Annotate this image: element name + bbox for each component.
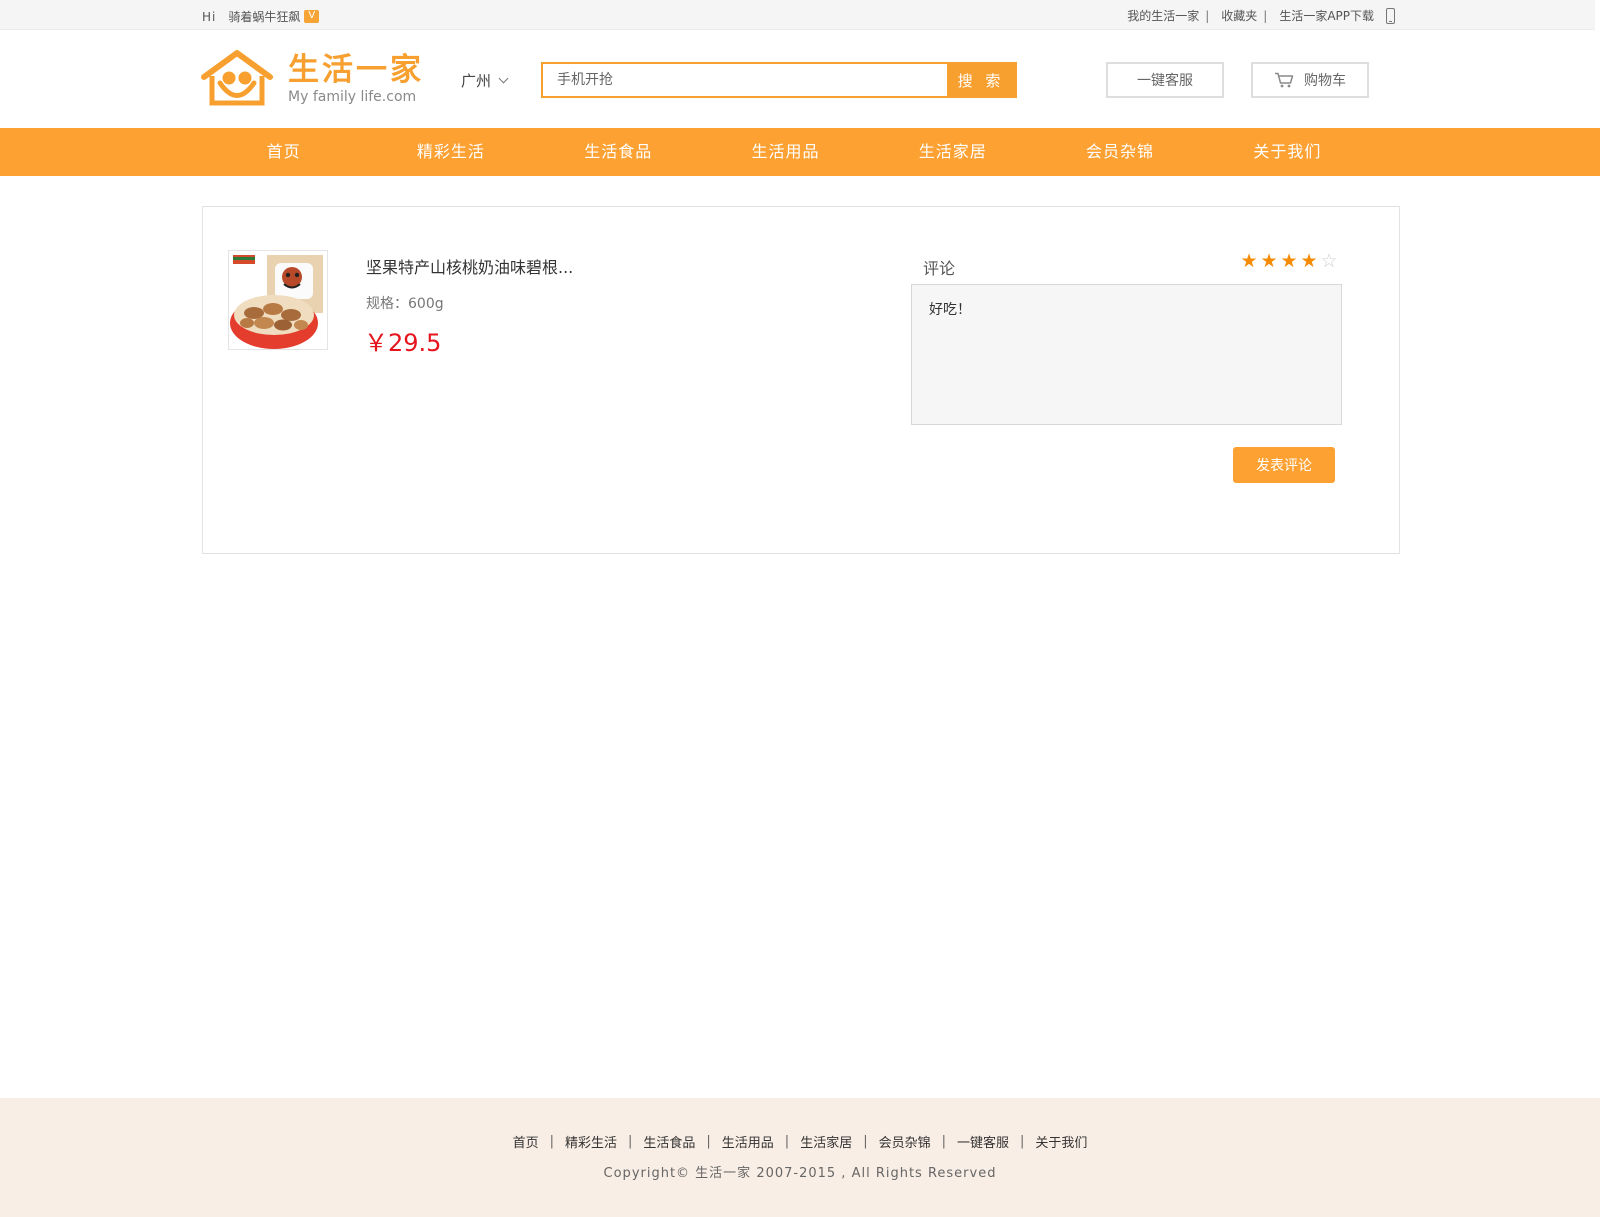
product-name[interactable]: 坚果特产山核桃奶油味碧根... bbox=[366, 254, 573, 278]
product-spec: 规格：600g bbox=[366, 296, 444, 312]
copyright: Copyright© 生活一家 2007-2015 , All Rights R… bbox=[603, 1166, 997, 1181]
star-icon[interactable]: ☆ bbox=[1319, 250, 1339, 272]
search-bar: 搜 索 bbox=[541, 62, 1017, 98]
logo-title: 生活一家 bbox=[288, 52, 424, 88]
city-label: 广州 bbox=[461, 72, 492, 90]
favorites-link[interactable]: 收藏夹 bbox=[1221, 7, 1257, 24]
footer-link-member[interactable]: 会员杂锦 bbox=[879, 1132, 931, 1151]
star-icon[interactable]: ★ bbox=[1279, 250, 1299, 272]
greeting-hi: Hi bbox=[202, 9, 217, 24]
user-greeting: Hi 骑着蜗牛狂飙 V bbox=[202, 8, 320, 25]
customer-service-label: 一键客服 bbox=[1137, 73, 1193, 89]
divider: | bbox=[706, 1134, 711, 1149]
product-price: ￥29.5 bbox=[364, 329, 442, 357]
review-card: 坚果特产山核桃奶油味碧根... 规格：600g ￥29.5 评论 ★ ★ ★ ★… bbox=[202, 206, 1400, 554]
search-input[interactable] bbox=[543, 64, 947, 96]
logo-text: 生活一家 My family life.com bbox=[288, 54, 424, 106]
site-footer: 首页 | 精彩生活 | 生活食品 | 生活用品 | 生活家居 | 会员杂锦 | … bbox=[0, 1098, 1600, 1217]
search-button[interactable]: 搜 索 bbox=[947, 64, 1015, 96]
username-link[interactable]: 骑着蜗牛狂飙 bbox=[228, 8, 300, 25]
house-logo-icon bbox=[201, 50, 273, 106]
nav-item-member[interactable]: 会员杂锦 bbox=[1036, 128, 1203, 176]
divider: | bbox=[627, 1134, 633, 1149]
submit-review-button[interactable]: 发表评论 bbox=[1233, 447, 1335, 483]
footer-link-about[interactable]: 关于我们 bbox=[1035, 1132, 1087, 1151]
vip-badge: V bbox=[304, 10, 320, 23]
product-image[interactable] bbox=[228, 250, 328, 350]
divider: | bbox=[1205, 8, 1210, 23]
divider: | bbox=[549, 1134, 554, 1149]
product-photo bbox=[229, 251, 327, 349]
cart-label: 购物车 bbox=[1304, 73, 1346, 89]
footer-links: 首页 | 精彩生活 | 生活食品 | 生活用品 | 生活家居 | 会员杂锦 | … bbox=[0, 1132, 1600, 1151]
chevron-down-icon bbox=[498, 73, 509, 84]
app-download-link[interactable]: 生活一家APP下载 bbox=[1279, 7, 1374, 24]
city-selector[interactable]: 广州 bbox=[461, 70, 509, 91]
footer-link-service[interactable]: 一键客服 bbox=[957, 1132, 1009, 1151]
site-header: 生活一家 My family life.com 广州 搜 索 一键客服 购物车 bbox=[0, 30, 1600, 128]
divider: | bbox=[1263, 8, 1268, 23]
star-icon[interactable]: ★ bbox=[1299, 250, 1319, 272]
nav-item-home[interactable]: 首页 bbox=[200, 128, 367, 176]
star-rating[interactable]: ★ ★ ★ ★ ☆ bbox=[1239, 250, 1339, 272]
footer-link-featured-life[interactable]: 精彩生活 bbox=[565, 1132, 617, 1151]
divider: | bbox=[1020, 1134, 1025, 1149]
review-label: 评论 bbox=[923, 259, 956, 278]
divider: | bbox=[784, 1134, 790, 1149]
nav-item-featured-life[interactable]: 精彩生活 bbox=[367, 128, 534, 176]
divider: | bbox=[863, 1134, 868, 1149]
cart-button[interactable]: 购物车 bbox=[1251, 62, 1369, 98]
logo[interactable]: 生活一家 My family life.com bbox=[201, 50, 431, 112]
star-icon[interactable]: ★ bbox=[1239, 250, 1259, 272]
footer-link-food[interactable]: 生活食品 bbox=[643, 1132, 695, 1151]
logo-subtitle: My family life.com bbox=[288, 89, 417, 105]
top-bar: Hi 骑着蜗牛狂飙 V 我的生活一家 | 收藏夹 | 生活一家APP下载 bbox=[0, 0, 1595, 30]
footer-link-home-furnishing[interactable]: 生活家居 bbox=[800, 1132, 852, 1151]
review-textarea[interactable]: 好吃！ bbox=[911, 284, 1342, 425]
star-icon[interactable]: ★ bbox=[1259, 250, 1279, 272]
nav-item-home-furnishing[interactable]: 生活家居 bbox=[869, 128, 1036, 176]
footer-link-home[interactable]: 首页 bbox=[513, 1132, 539, 1151]
nav-item-supplies[interactable]: 生活用品 bbox=[702, 128, 869, 176]
customer-service-button[interactable]: 一键客服 bbox=[1106, 62, 1224, 98]
phone-icon[interactable] bbox=[1386, 7, 1395, 24]
footer-link-supplies[interactable]: 生活用品 bbox=[722, 1132, 774, 1151]
main-nav: 首页 精彩生活 生活食品 生活用品 生活家居 会员杂锦 关于我们 bbox=[0, 128, 1600, 176]
nav-item-about[interactable]: 关于我们 bbox=[1204, 128, 1371, 176]
top-links: 我的生活一家 | 收藏夹 | 生活一家APP下载 bbox=[1127, 7, 1395, 24]
cart-icon bbox=[1275, 72, 1294, 88]
my-account-link[interactable]: 我的生活一家 bbox=[1127, 7, 1199, 24]
divider: | bbox=[941, 1134, 946, 1149]
nav-item-food[interactable]: 生活食品 bbox=[535, 128, 702, 176]
